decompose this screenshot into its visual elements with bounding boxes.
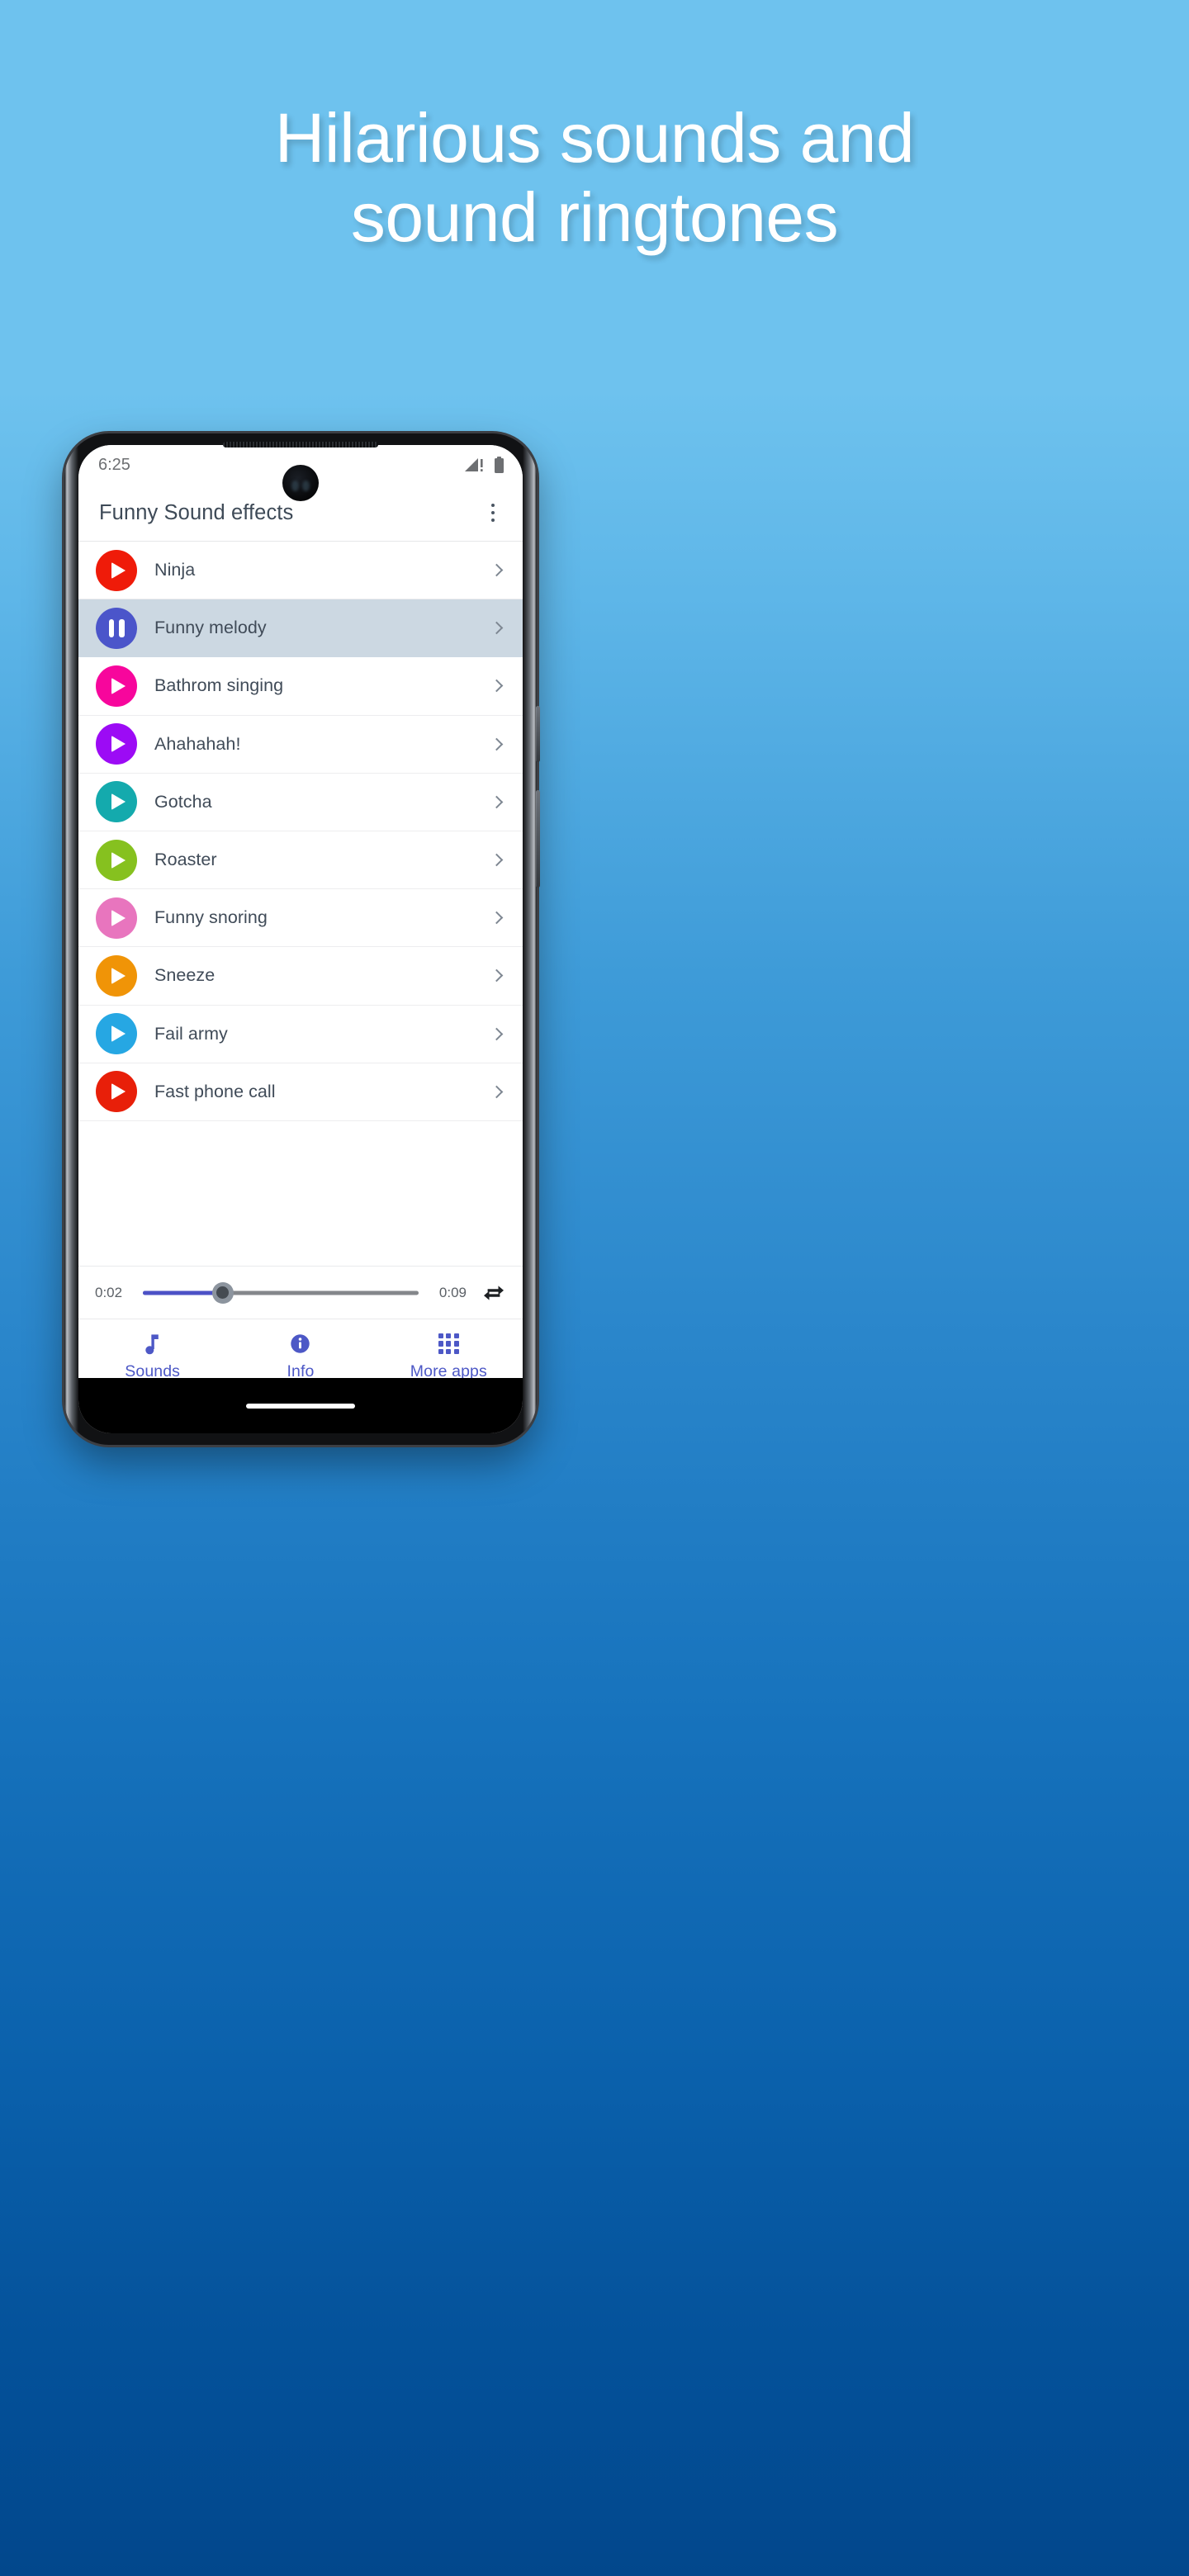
sound-row[interactable]: Ahahahah!	[78, 715, 523, 774]
play-icon-button[interactable]	[96, 665, 137, 707]
play-icon-button[interactable]	[96, 1013, 137, 1055]
battery-full-icon	[494, 456, 504, 474]
sound-row[interactable]: Bathrom singing	[78, 657, 523, 716]
sound-row[interactable]: Funny melody	[78, 599, 523, 658]
repeat-loop-icon[interactable]	[480, 1279, 508, 1307]
grid-cell	[438, 1341, 443, 1347]
phone-screen: 6:25 Funny Sound effects Ninja Funny mel…	[78, 445, 523, 1433]
seek-slider[interactable]	[143, 1281, 419, 1305]
pause-icon	[108, 618, 125, 637]
sound-row-label: Sneeze	[154, 965, 216, 986]
chevron-right-icon[interactable]	[490, 853, 504, 867]
chevron-right-icon[interactable]	[490, 911, 504, 925]
sound-row[interactable]: Fail army	[78, 1005, 523, 1063]
signal-no-service-icon	[465, 457, 486, 473]
play-icon	[111, 677, 126, 694]
play-icon-button[interactable]	[96, 1071, 137, 1113]
app-title: Funny Sound effects	[99, 500, 294, 524]
play-icon-button[interactable]	[96, 549, 137, 591]
chevron-right-icon[interactable]	[490, 563, 504, 577]
sound-row[interactable]: Sneeze	[78, 947, 523, 1006]
sound-row[interactable]: Funny snoring	[78, 889, 523, 948]
grid-cell	[446, 1348, 452, 1355]
volume-button[interactable]	[536, 790, 540, 888]
apps-grid-icon	[438, 1333, 459, 1355]
sound-row-label: Funny melody	[154, 618, 267, 638]
chevron-right-icon[interactable]	[490, 737, 504, 751]
current-time-label: 0:02	[95, 1284, 123, 1300]
pause-icon-button[interactable]	[96, 607, 137, 649]
promo-screenshot: Hilarious sounds and sound ringtones 6:2…	[0, 0, 1189, 2576]
chevron-right-icon[interactable]	[490, 680, 504, 693]
sound-row-label: Bathrom singing	[154, 675, 284, 696]
status-bar-icons	[465, 456, 504, 474]
play-icon	[111, 1025, 126, 1043]
sound-row[interactable]: Ninja	[78, 542, 523, 600]
sound-row-label: Ninja	[154, 560, 196, 580]
grid-cell	[453, 1348, 459, 1355]
play-icon-button[interactable]	[96, 897, 137, 939]
play-icon	[111, 967, 126, 984]
play-icon	[111, 793, 126, 811]
play-icon	[111, 736, 126, 753]
gesture-home-bar[interactable]	[246, 1403, 355, 1409]
play-icon	[111, 909, 126, 926]
camera-lens-reflection-right	[302, 481, 310, 491]
seek-progress-fill	[143, 1290, 223, 1295]
power-button[interactable]	[536, 706, 540, 762]
chevron-right-icon[interactable]	[490, 1085, 504, 1099]
headline-line-2: sound ringtones	[350, 178, 839, 256]
chevron-right-icon[interactable]	[490, 1027, 504, 1040]
grid-cell	[446, 1333, 452, 1339]
play-icon-button[interactable]	[96, 723, 137, 765]
chevron-right-icon[interactable]	[490, 795, 504, 809]
earpiece-speaker-grille	[223, 442, 378, 447]
play-icon	[111, 561, 126, 579]
status-bar-clock: 6:25	[98, 455, 130, 474]
play-icon-button[interactable]	[96, 781, 137, 823]
system-gesture-area	[78, 1378, 523, 1433]
sound-list[interactable]: Ninja Funny melody Bathrom singing Ahahahah…	[78, 541, 523, 1266]
info-circle-icon	[290, 1333, 310, 1355]
seek-thumb[interactable]	[211, 1281, 234, 1304]
duration-label: 0:09	[438, 1284, 467, 1300]
overflow-dot	[490, 518, 495, 523]
grid-cell	[453, 1341, 459, 1347]
grid-cell	[446, 1341, 452, 1347]
player-bar: 0:02 0:09	[78, 1266, 523, 1319]
overflow-menu-icon[interactable]	[481, 499, 504, 527]
play-icon	[111, 1083, 126, 1101]
play-icon	[111, 851, 126, 869]
sound-row[interactable]: Fast phone call	[78, 1063, 523, 1121]
front-camera-punch-hole	[282, 465, 319, 501]
overflow-dot	[490, 503, 495, 508]
sound-row-label: Roaster	[154, 850, 217, 870]
overflow-dot	[490, 510, 495, 515]
play-icon-button[interactable]	[96, 954, 137, 997]
grid-cell	[438, 1348, 443, 1355]
grid-cell	[438, 1333, 443, 1339]
play-icon-button[interactable]	[96, 839, 137, 881]
headline-line-1: Hilarious sounds and	[274, 99, 915, 177]
sound-row-label: Ahahahah!	[154, 733, 241, 754]
music-note-icon	[144, 1333, 161, 1355]
chevron-right-icon[interactable]	[490, 969, 504, 983]
camera-lens-reflection-left	[291, 481, 299, 491]
sound-row-label: Fast phone call	[154, 1081, 276, 1101]
phone-mockup: 6:25 Funny Sound effects Ninja Funny mel…	[64, 433, 540, 1445]
promo-headline: Hilarious sounds and sound ringtones	[0, 99, 1189, 258]
grid-cell	[453, 1333, 459, 1339]
sound-row[interactable]: Gotcha	[78, 773, 523, 831]
sound-row-label: Gotcha	[154, 791, 212, 812]
sound-row[interactable]: Roaster	[78, 831, 523, 890]
sound-row-label: Fail army	[154, 1023, 228, 1044]
chevron-right-icon[interactable]	[490, 622, 504, 635]
sound-row-label: Funny snoring	[154, 907, 268, 928]
